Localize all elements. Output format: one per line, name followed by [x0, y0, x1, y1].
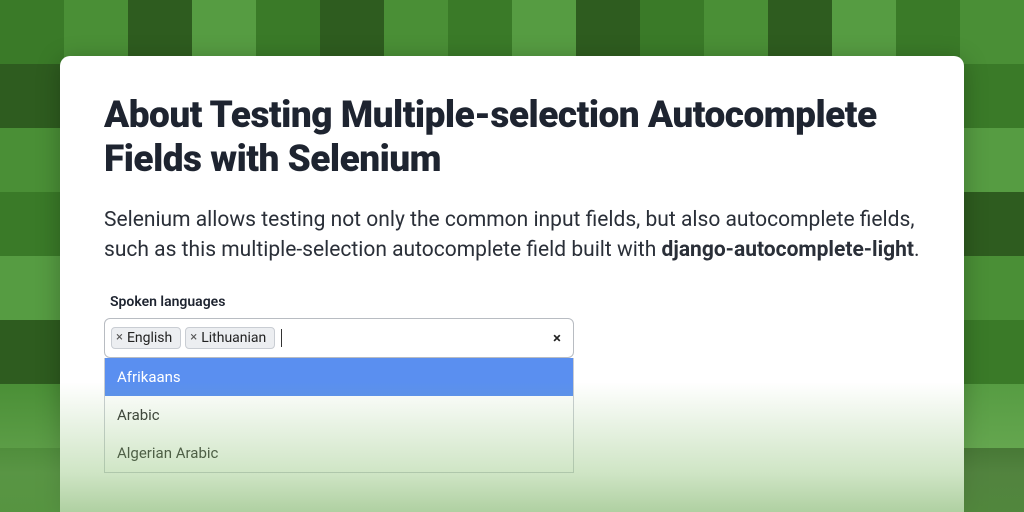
field-label: Spoken languages: [110, 294, 920, 310]
intro-paragraph: Selenium allows testing not only the com…: [104, 205, 920, 266]
text-cursor: [281, 329, 282, 347]
dropdown-list: Afrikaans Arabic Algerian Arabic: [104, 358, 574, 473]
clear-all-icon[interactable]: ×: [553, 329, 561, 347]
selected-tag[interactable]: × English: [111, 327, 181, 349]
selection-box[interactable]: × English × Lithuanian ×: [104, 318, 574, 358]
intro-strong: django-autocomplete-light: [662, 238, 915, 262]
remove-tag-icon[interactable]: ×: [190, 331, 197, 344]
dropdown-option[interactable]: Algerian Arabic: [105, 434, 573, 472]
dropdown-option[interactable]: Afrikaans: [105, 358, 573, 396]
page-title: About Testing Multiple-selection Autocom…: [104, 94, 920, 183]
selected-tag[interactable]: × Lithuanian: [185, 327, 275, 349]
article-card: About Testing Multiple-selection Autocom…: [60, 56, 964, 512]
tag-label: English: [127, 330, 172, 346]
autocomplete-field[interactable]: × English × Lithuanian × Afrikaans Arabi…: [104, 318, 574, 358]
remove-tag-icon[interactable]: ×: [116, 331, 123, 344]
intro-text-post: .: [914, 238, 920, 262]
dropdown-option[interactable]: Arabic: [105, 396, 573, 434]
tag-label: Lithuanian: [201, 330, 266, 346]
